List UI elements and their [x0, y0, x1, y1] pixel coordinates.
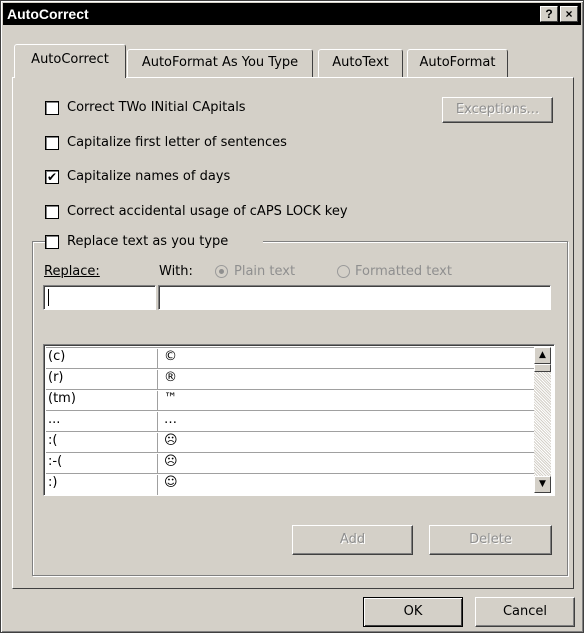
scroll-thumb[interactable] — [534, 364, 551, 372]
checkbox[interactable] — [45, 235, 59, 249]
exceptions-button[interactable]: Exceptions... — [442, 97, 553, 123]
entry-with: ☹ — [164, 433, 178, 448]
cancel-button[interactable]: Cancel — [475, 597, 575, 627]
scroll-down-icon[interactable]: ▼ — [534, 476, 551, 493]
radio-selected-dot — [219, 269, 224, 274]
tab-autotext[interactable]: AutoText — [318, 49, 403, 77]
option-label: Correct TWo INitial CApitals — [67, 100, 246, 115]
entry-replace: :) — [48, 475, 158, 495]
autocorrect-dialog: AutoCorrect ? × AutoCorrect AutoFormat A… — [0, 0, 584, 633]
option-label: Replace text as you type — [67, 234, 229, 249]
entry-replace: (r) — [48, 370, 158, 390]
tab-autocorrect[interactable]: AutoCorrect — [14, 44, 126, 78]
help-button[interactable]: ? — [540, 6, 558, 22]
scroll-up-icon[interactable]: ▲ — [534, 347, 551, 364]
delete-button[interactable]: Delete — [429, 525, 552, 555]
tab-autoformat[interactable]: AutoFormat — [407, 49, 508, 77]
entry-replace: :( — [48, 433, 158, 453]
add-button[interactable]: Add — [292, 525, 413, 555]
radio-formatted-text[interactable] — [337, 265, 350, 278]
window-title: AutoCorrect — [7, 6, 89, 22]
list-item[interactable]: (tm) ™ — [46, 389, 534, 411]
checkbox[interactable] — [45, 205, 59, 219]
list-scrollbar[interactable]: ▲ ▼ — [534, 347, 551, 493]
entry-with: … — [164, 412, 177, 427]
entry-replace: :-( — [48, 454, 158, 474]
text-cursor — [48, 289, 49, 306]
entry-with: © — [164, 349, 177, 364]
autocorrect-entries-list[interactable]: (c) © (r) ® (tm) ™ ... … :( ☹ :-( ☹ :) ☺… — [43, 344, 555, 496]
entry-replace: ... — [48, 412, 158, 432]
option-label: Capitalize names of days — [67, 169, 231, 184]
entry-with: ™ — [164, 391, 177, 406]
entry-with: ® — [164, 370, 177, 385]
ok-button[interactable]: OK — [363, 597, 463, 627]
checkbox[interactable] — [45, 101, 59, 115]
plain-text-label: Plain text — [234, 264, 296, 279]
list-item[interactable]: :( ☹ — [46, 431, 534, 453]
with-input[interactable] — [158, 285, 551, 310]
close-button[interactable]: × — [560, 6, 578, 22]
list-item[interactable]: (r) ® — [46, 368, 534, 390]
radio-plain-text[interactable] — [215, 265, 228, 278]
list-item[interactable]: (c) © — [46, 347, 534, 369]
checkbox[interactable] — [45, 136, 59, 150]
list-item[interactable]: :) ☺ — [46, 473, 534, 495]
checkbox-checked[interactable]: ✔ — [45, 170, 59, 184]
tab-autoformat-as-you-type[interactable]: AutoFormat As You Type — [127, 49, 313, 77]
entry-with: ☹ — [164, 454, 178, 469]
with-label: With: — [159, 264, 193, 279]
replace-label: Replace: — [44, 264, 100, 279]
entry-with: ☺ — [164, 475, 178, 490]
entry-replace: (c) — [48, 349, 158, 369]
list-item[interactable]: ... … — [46, 410, 534, 432]
list-item[interactable]: :-( ☹ — [46, 452, 534, 474]
option-label: Capitalize first letter of sentences — [67, 135, 287, 150]
entry-replace: (tm) — [48, 391, 158, 411]
replace-input[interactable] — [43, 285, 156, 310]
option-label: Correct accidental usage of cAPS LOCK ke… — [67, 204, 348, 219]
formatted-text-label: Formatted text — [355, 264, 452, 279]
title-bar[interactable]: AutoCorrect ? × — [3, 3, 581, 25]
option-replace-text-as-you-type[interactable]: Replace text as you type — [45, 233, 263, 251]
